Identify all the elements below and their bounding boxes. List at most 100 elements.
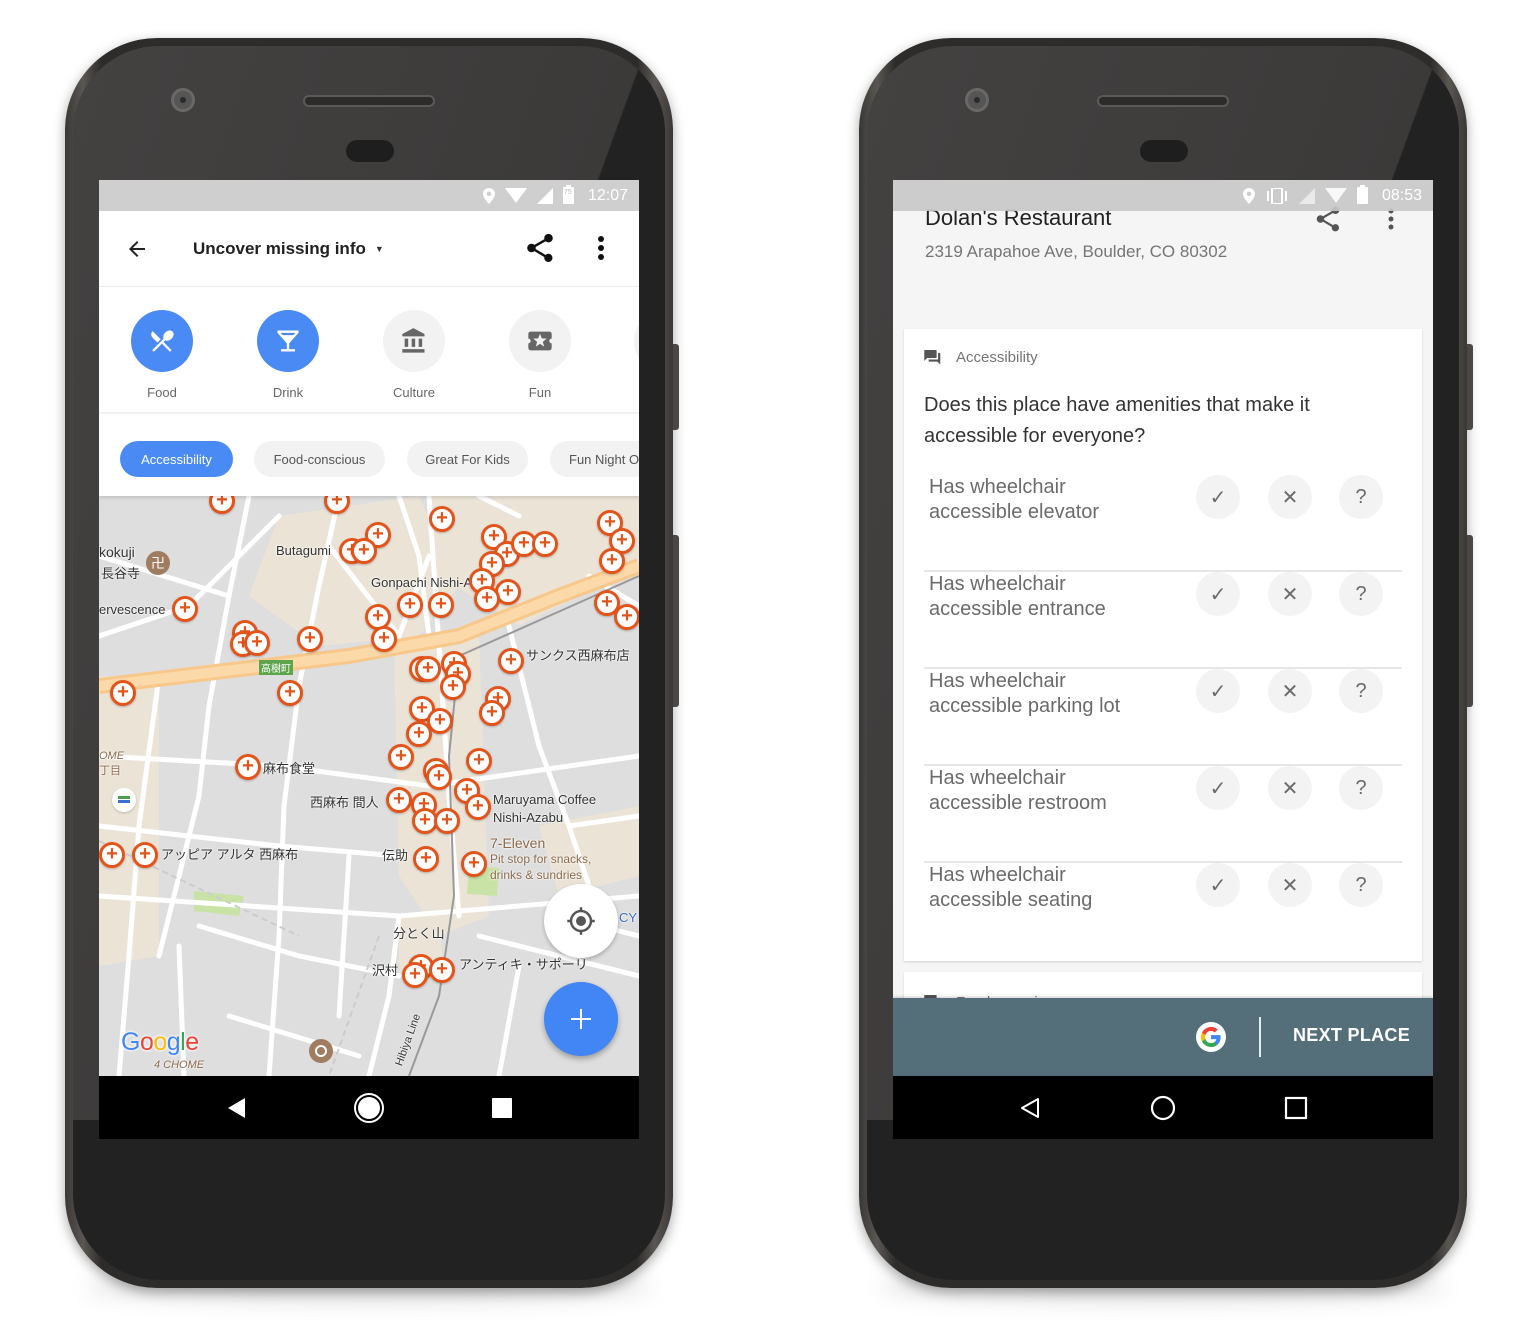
chip-food-conscious[interactable]: Food-conscious xyxy=(254,441,385,477)
status-time: 12:07 xyxy=(587,186,628,204)
back-icon xyxy=(1020,1097,1039,1118)
answer-unknown-button[interactable]: ? xyxy=(1339,863,1383,907)
title-dropdown[interactable]: Uncover missing info ▼ xyxy=(193,239,384,259)
close-icon: ✕ xyxy=(1281,777,1299,800)
google-badge[interactable] xyxy=(1196,1022,1226,1052)
check-icon: ✓ xyxy=(1209,777,1227,800)
back-button[interactable] xyxy=(119,231,155,267)
add-place-fab[interactable] xyxy=(544,982,618,1056)
answer-unknown-button[interactable]: ? xyxy=(1339,766,1383,810)
map-pin[interactable]: + xyxy=(172,596,198,622)
map-pin[interactable]: + xyxy=(235,754,261,780)
question-text: Does this place have amenities that make… xyxy=(924,394,1310,447)
map-label: 丁目 xyxy=(99,765,121,777)
row-label: Has wheelchair accessible restroom xyxy=(929,767,1107,814)
map-pin[interactable]: + xyxy=(415,656,441,682)
answer-no-button[interactable]: ✕ xyxy=(1268,475,1312,519)
map-pin[interactable]: + xyxy=(532,531,558,557)
category-fun[interactable]: Fun xyxy=(508,310,572,400)
filter-chips: Accessibility Food-conscious Great For K… xyxy=(99,416,639,496)
category-drink[interactable]: Drink xyxy=(256,310,320,400)
home-icon xyxy=(1150,1095,1176,1120)
right-screen: 08:53 Dolan's Restaurant 2319 Arapahoe A… xyxy=(893,180,1433,1139)
category-more-partial[interactable] xyxy=(634,310,639,372)
answer-unknown-button[interactable]: ? xyxy=(1339,572,1383,616)
transit-icon xyxy=(112,788,136,812)
map-pin[interactable]: + xyxy=(110,680,136,706)
map-pin[interactable]: + xyxy=(429,506,455,532)
map-pin[interactable]: + xyxy=(426,764,452,790)
chip-accessibility[interactable]: Accessibility xyxy=(120,441,233,477)
map-pin[interactable]: + xyxy=(461,851,487,877)
map-pin[interactable]: + xyxy=(466,748,492,774)
map-label: 4 CHOME xyxy=(154,1059,205,1071)
map-pin[interactable]: + xyxy=(498,648,524,674)
map-pin[interactable]: + xyxy=(465,794,491,820)
map-pin[interactable]: + xyxy=(413,846,439,872)
nav-home-button[interactable] xyxy=(349,1088,389,1128)
map-pin[interactable]: + xyxy=(244,630,270,656)
map-pin[interactable]: + xyxy=(351,538,377,564)
map-label: アンティキ・サポーリ xyxy=(459,957,588,972)
answer-unknown-button[interactable]: ? xyxy=(1339,475,1383,519)
answer-yes-button[interactable]: ✓ xyxy=(1196,766,1240,810)
answer-row: Has wheelchair accessible parking lot ✓ ✕? xyxy=(924,669,1402,766)
map-pin[interactable]: + xyxy=(132,842,158,868)
map-label: Butagumi xyxy=(276,543,331,558)
map-pin[interactable]: + xyxy=(297,626,323,652)
share-button[interactable] xyxy=(523,231,557,265)
wifi-icon xyxy=(1324,188,1347,203)
map-pin[interactable]: + xyxy=(397,592,423,618)
nav-back-button[interactable] xyxy=(216,1088,256,1128)
next-place-button[interactable]: NEXT PLACE xyxy=(1293,1025,1410,1046)
answer-yes-button[interactable]: ✓ xyxy=(1196,863,1240,907)
nav-back-button[interactable] xyxy=(1010,1088,1050,1128)
map-pin[interactable]: + xyxy=(434,808,460,834)
earpiece-speaker xyxy=(1097,95,1229,107)
chip-great-for-kids[interactable]: Great For Kids xyxy=(407,441,528,477)
answer-no-button[interactable]: ✕ xyxy=(1268,669,1312,713)
map-pin[interactable]: + xyxy=(406,721,432,747)
right-phone: 08:53 Dolan's Restaurant 2319 Arapahoe A… xyxy=(859,38,1473,1302)
map-pin[interactable]: + xyxy=(402,962,428,988)
map-pin[interactable]: + xyxy=(428,592,454,618)
map-pin[interactable]: + xyxy=(388,744,414,770)
map-pin[interactable]: + xyxy=(99,842,125,868)
map-pin[interactable]: + xyxy=(440,674,466,700)
answer-yes-button[interactable]: ✓ xyxy=(1196,669,1240,713)
card-category: Accessibility xyxy=(956,349,1038,366)
answer-unknown-button[interactable]: ? xyxy=(1339,669,1383,713)
nav-recents-button[interactable] xyxy=(482,1088,522,1128)
answer-yes-button[interactable]: ✓ xyxy=(1196,475,1240,519)
category-culture[interactable]: Culture xyxy=(382,310,446,400)
nav-recents-button[interactable] xyxy=(1276,1088,1316,1128)
chip-fun-night-out[interactable]: Fun Night O xyxy=(550,441,639,477)
map-pin[interactable]: + xyxy=(599,548,625,574)
map-pin[interactable]: + xyxy=(371,626,397,652)
map-pin[interactable]: + xyxy=(277,680,303,706)
map-label: 7-Eleven xyxy=(490,835,546,851)
museum-icon xyxy=(402,328,425,353)
nav-home-button[interactable] xyxy=(1143,1088,1183,1128)
map-pin[interactable]: + xyxy=(479,700,505,726)
map-label: kokuji xyxy=(99,544,135,560)
more-options-button[interactable] xyxy=(589,231,613,265)
map-pin[interactable]: + xyxy=(474,586,500,612)
google-logo: Google xyxy=(121,1028,199,1056)
map-pin[interactable]: + xyxy=(429,957,455,983)
answer-no-button[interactable]: ✕ xyxy=(1268,766,1312,810)
arrow-left-icon xyxy=(129,240,145,257)
map-view[interactable]: kokuji 長谷寺 卍 Butagumi Gonpachi Nishi-A e… xyxy=(99,496,639,1076)
answer-no-button[interactable]: ✕ xyxy=(1268,572,1312,616)
answer-no-button[interactable]: ✕ xyxy=(1268,863,1312,907)
row-label: Has wheelchair accessible entrance xyxy=(929,573,1106,620)
my-location-button[interactable] xyxy=(544,884,618,958)
answer-yes-button[interactable]: ✓ xyxy=(1196,572,1240,616)
left-screen: 75 12:07 Uncover missing info ▼ Food Dri… xyxy=(99,180,639,1139)
category-food[interactable]: Food xyxy=(130,310,194,400)
front-camera xyxy=(965,88,989,112)
location-icon xyxy=(1242,187,1255,204)
map-pin[interactable]: + xyxy=(386,787,412,813)
system-nav-bar xyxy=(893,1076,1433,1139)
map-pin[interactable]: + xyxy=(614,604,639,630)
